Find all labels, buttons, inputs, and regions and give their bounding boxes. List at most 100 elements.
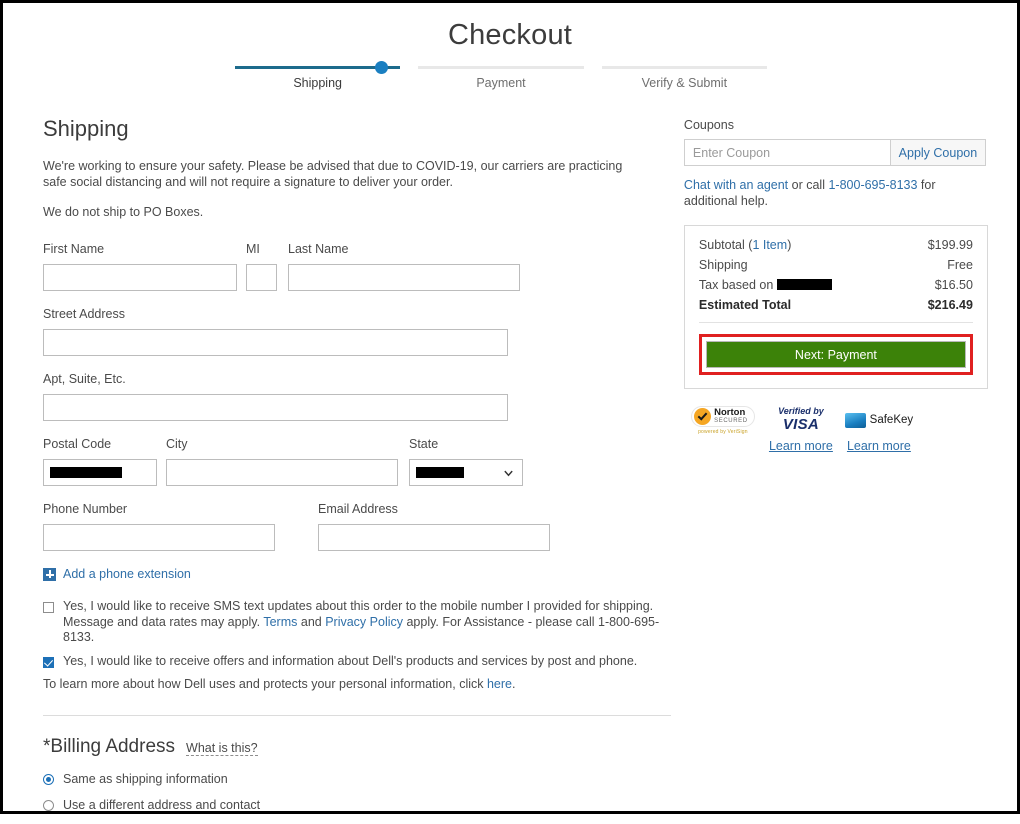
- billing-address-heading: *Billing Address: [43, 736, 176, 757]
- privacy-policy-link[interactable]: Privacy Policy: [325, 615, 403, 629]
- step-shipping-label: Shipping: [293, 76, 342, 90]
- last-name-label: Last Name: [288, 242, 349, 256]
- order-summary-column: Coupons Apply Coupon Chat with an agent …: [683, 108, 991, 824]
- city-field: City: [166, 437, 398, 486]
- safekey-card-icon: [844, 412, 866, 428]
- last-name-input[interactable]: [288, 264, 520, 291]
- checkout-stepper: Shipping Payment Verify & Submit: [3, 61, 1017, 90]
- summary-subtotal-value: $199.99: [927, 238, 973, 252]
- phone-number-label: Phone Number: [43, 502, 128, 516]
- summary-tax-value: $16.50: [934, 278, 973, 292]
- billing-option-different-radio[interactable]: [43, 799, 54, 811]
- street-address-label: Street Address: [43, 307, 125, 321]
- summary-row-shipping: Shipping Free: [699, 258, 973, 272]
- phone-number-field: Phone Number: [43, 502, 275, 551]
- state-label: State: [409, 437, 439, 451]
- mi-field: MI: [246, 242, 277, 291]
- mi-input[interactable]: [246, 264, 277, 291]
- coupon-help-text-1: or call: [788, 178, 829, 192]
- billing-option-different[interactable]: Use a different address and contact: [43, 798, 682, 812]
- safekey-icon: SafeKey: [840, 403, 918, 437]
- first-name-input[interactable]: [43, 264, 237, 291]
- visa-learn-more-link[interactable]: Learn more: [769, 439, 833, 453]
- step-shipping-bar: [235, 61, 401, 74]
- summary-tax-label-text: Tax based on: [698, 278, 774, 292]
- marketing-optin-checkbox[interactable]: [43, 656, 54, 668]
- chat-with-agent-link[interactable]: Chat with an agent: [684, 178, 788, 192]
- norton-title: Norton: [714, 407, 746, 419]
- step-shipping[interactable]: Shipping: [235, 61, 418, 90]
- street-row: Street Address: [43, 307, 682, 356]
- summary-shipping-value: Free: [947, 258, 973, 272]
- support-phone-link[interactable]: 1-800-695-8133: [828, 178, 917, 192]
- badge-safekey: SafeKey Learn more: [840, 403, 918, 455]
- step-verify-submit[interactable]: Verify & Submit: [601, 66, 785, 90]
- street-address-field: Street Address: [43, 307, 508, 356]
- chevron-down-icon: [504, 470, 513, 476]
- terms-link[interactable]: Terms: [263, 615, 297, 629]
- covid-notice: We're working to ensure your safety. Ple…: [43, 159, 623, 189]
- what-is-this-link[interactable]: What is this?: [186, 741, 258, 756]
- sms-optin-checkbox[interactable]: [43, 602, 54, 613]
- sms-optin-row[interactable]: Yes, I would like to receive SMS text up…: [43, 599, 682, 646]
- first-name-label: First Name: [43, 242, 105, 256]
- coupons-label: Coupons: [683, 118, 734, 132]
- apt-suite-input[interactable]: [43, 394, 508, 421]
- apply-coupon-button[interactable]: Apply Coupon: [889, 139, 986, 166]
- summary-row-tax: Tax based on $16.50: [699, 278, 973, 292]
- phone-number-input[interactable]: [43, 524, 275, 551]
- coupon-input[interactable]: [683, 139, 890, 166]
- step-shipping-dot: [375, 61, 389, 74]
- email-address-input[interactable]: [318, 524, 550, 551]
- summary-subtotal-label: Subtotal (1 Item): [699, 238, 791, 252]
- billing-option-same[interactable]: Same as shipping information: [43, 772, 682, 786]
- postal-code-label: Postal Code: [43, 437, 112, 451]
- state-select[interactable]: [409, 459, 523, 486]
- safekey-label: SafeKey: [869, 414, 914, 426]
- verified-by-visa-icon: Verified by VISA: [762, 403, 840, 437]
- tax-location-redaction: [776, 279, 832, 290]
- summary-divider: [698, 322, 973, 323]
- item-count-link[interactable]: 1 Item: [752, 238, 787, 252]
- add-phone-extension-label: Add a phone extension: [63, 567, 191, 581]
- summary-subtotal-label-text: Subtotal (: [698, 238, 753, 252]
- shipping-heading: Shipping: [43, 116, 129, 141]
- mi-label: MI: [246, 242, 260, 256]
- step-verify-submit-label: Verify & Submit: [641, 76, 728, 90]
- next-payment-highlight: Next: Payment: [698, 334, 973, 375]
- step-payment[interactable]: Payment: [418, 66, 601, 90]
- checkout-page: Checkout Shipping Payment Verify & Submi…: [0, 0, 1020, 814]
- next-payment-button[interactable]: Next: Payment: [705, 341, 966, 368]
- safekey-learn-more-link[interactable]: Learn more: [847, 439, 911, 453]
- billing-option-same-radio[interactable]: [43, 773, 54, 785]
- city-input[interactable]: [166, 459, 398, 486]
- po-box-notice: We do not ship to PO Boxes.: [43, 205, 204, 219]
- street-address-input[interactable]: [43, 329, 508, 356]
- contact-row: Phone Number Email Address: [43, 502, 682, 551]
- sms-optin-text-2: and: [297, 614, 326, 629]
- privacy-here-link[interactable]: here: [487, 677, 512, 691]
- step-payment-label: Payment: [476, 76, 526, 90]
- privacy-info-text-1: To learn more about how Dell uses and pr…: [43, 677, 487, 691]
- postal-code-input[interactable]: [43, 459, 157, 486]
- trust-badges: Norton SECURED powered by VeriSign Verif…: [684, 403, 991, 455]
- summary-total-value: $216.49: [927, 298, 973, 312]
- summary-subtotal-label-close: ): [787, 238, 792, 252]
- section-divider: [43, 715, 671, 716]
- billing-option-same-label: Same as shipping information: [63, 772, 228, 786]
- privacy-info-text-2: .: [512, 677, 516, 691]
- state-redaction: [416, 467, 464, 478]
- summary-total-label: Estimated Total: [698, 298, 792, 312]
- email-address-label: Email Address: [318, 502, 398, 516]
- coupon-help-line: Chat with an agent or call 1-800-695-813…: [684, 177, 984, 209]
- apt-row: Apt, Suite, Etc.: [43, 372, 682, 421]
- marketing-optin-row[interactable]: Yes, I would like to receive offers and …: [43, 654, 682, 670]
- badge-verified-by-visa: Verified by VISA Learn more: [762, 403, 840, 455]
- add-phone-extension-button[interactable]: Add a phone extension: [43, 567, 682, 581]
- summary-row-subtotal: Subtotal (1 Item) $199.99: [699, 238, 973, 252]
- plus-icon: [43, 567, 56, 581]
- visa-line-2: VISA: [782, 415, 820, 433]
- summary-row-total: Estimated Total $216.49: [699, 298, 973, 312]
- norton-subtitle: SECURED: [714, 417, 748, 424]
- email-address-field: Email Address: [318, 502, 550, 551]
